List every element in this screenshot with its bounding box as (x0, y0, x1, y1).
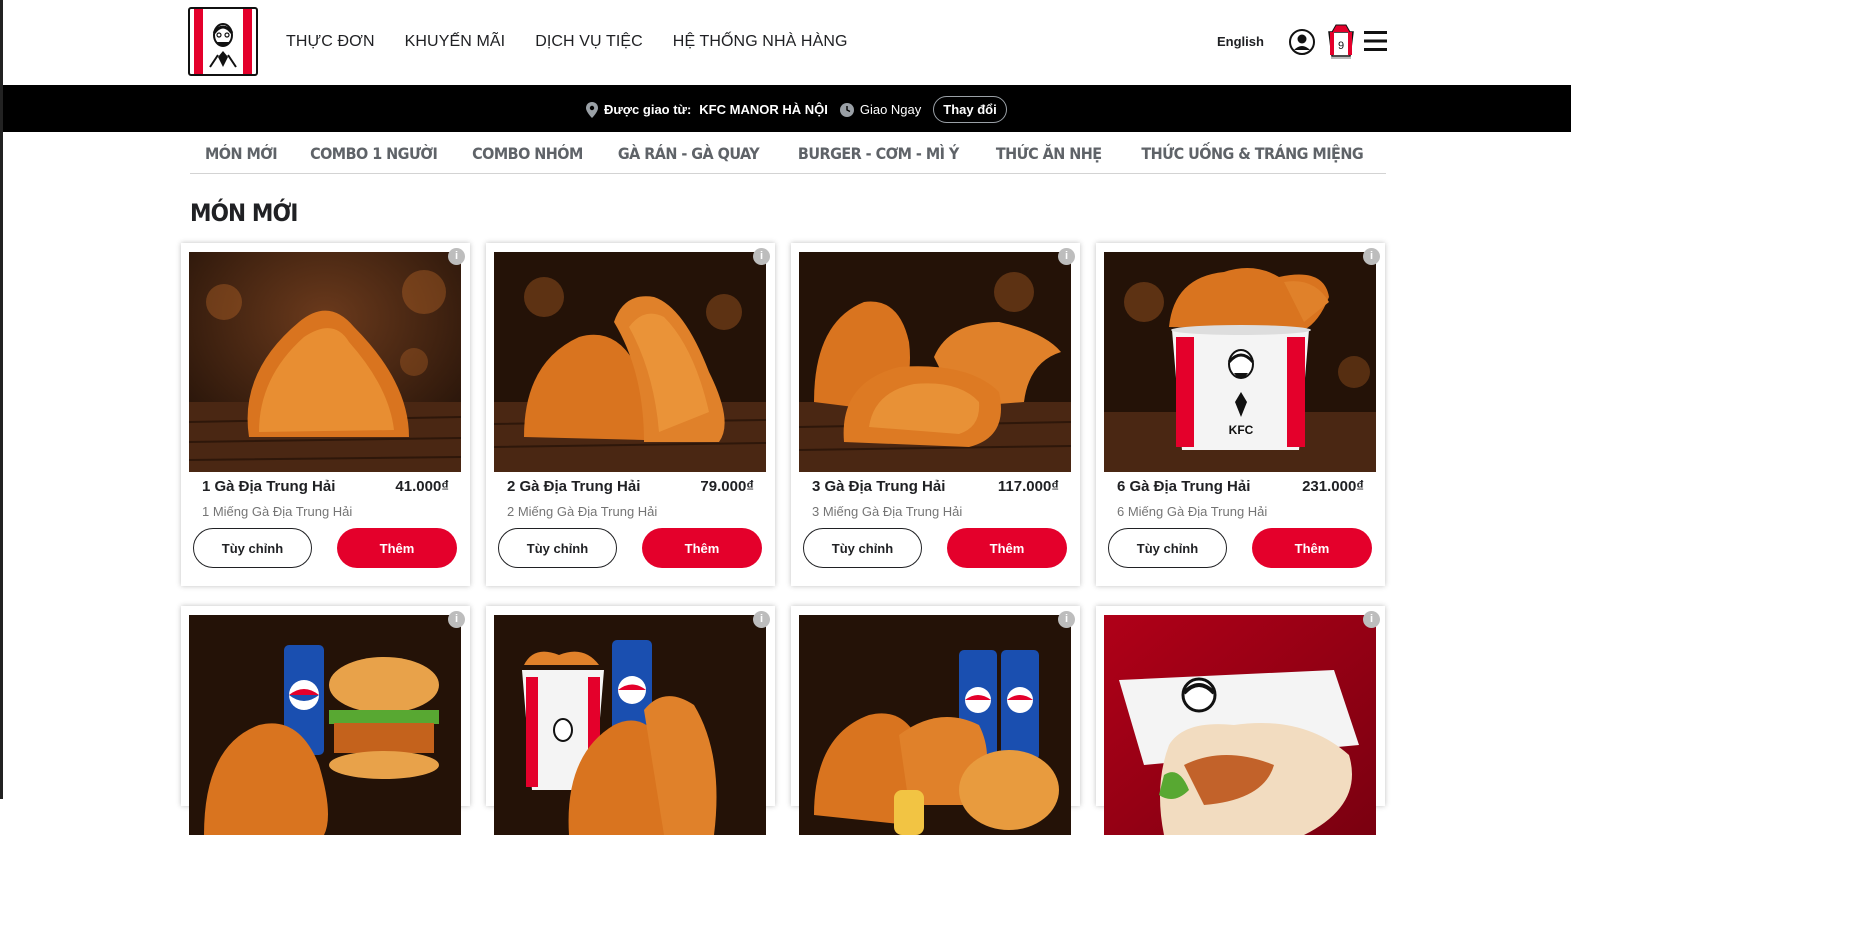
add-to-cart-button[interactable]: Thêm (642, 528, 762, 568)
info-icon[interactable]: i (1058, 611, 1075, 628)
nav-party-service[interactable]: DỊCH VỤ TIỆC (535, 33, 643, 51)
tab-combo-group[interactable]: COMBO NHÓM (472, 144, 583, 163)
tab-drinks-desserts[interactable]: THỨC UỐNG & TRÁNG MIỆNG (1141, 144, 1363, 163)
language-switch[interactable]: English (1217, 34, 1264, 49)
main-nav: THỰC ĐƠN KHUYẾN MÃI DỊCH VỤ TIỆC HỆ THỐN… (286, 33, 848, 51)
add-to-cart-button[interactable]: Thêm (947, 528, 1067, 568)
product-name: 2 Gà Địa Trung Hải (507, 478, 641, 495)
customize-button[interactable]: Tùy chỉnh (498, 528, 617, 568)
cart-count: 9 (1338, 40, 1344, 52)
delivery-store: KFC MANOR HÀ NỘI (699, 102, 828, 117)
product-name: 6 Gà Địa Trung Hải (1117, 478, 1251, 495)
location-pin-icon (586, 101, 598, 118)
product-card[interactable]: i (181, 606, 470, 835)
user-account-icon[interactable] (1289, 29, 1315, 55)
delivery-label: Được giao từ: (604, 102, 692, 117)
product-name: 3 Gà Địa Trung Hải (812, 478, 946, 495)
product-image[interactable] (1104, 615, 1376, 835)
product-image[interactable] (494, 615, 766, 835)
site-header: THỰC ĐƠN KHUYẾN MÃI DỊCH VỤ TIỆC HỆ THỐN… (3, 0, 1571, 85)
cart-bucket-icon[interactable]: 9 (1327, 24, 1355, 60)
info-icon[interactable]: i (448, 248, 465, 265)
hamburger-menu-icon[interactable] (1364, 31, 1387, 51)
info-icon[interactable]: i (448, 611, 465, 628)
product-image[interactable] (189, 615, 461, 835)
product-card[interactable]: i 1 Gà Địa Trung Hải 41.000₫ 1 Miếng Gà … (181, 243, 470, 586)
product-image[interactable]: KFC (1104, 252, 1376, 472)
delivery-bar: Được giao từ: KFC MANOR HÀ NỘI Giao Ngay… (3, 85, 1571, 132)
bucket-brand-text: KFC (1229, 423, 1254, 437)
change-store-button[interactable]: Thay đổi (933, 96, 1007, 123)
product-description: 3 Miếng Gà Địa Trung Hải (812, 504, 963, 519)
product-image[interactable] (799, 615, 1071, 835)
product-description: 2 Miếng Gà Địa Trung Hải (507, 504, 658, 519)
product-card[interactable]: i 2 Gà Địa Trung Hải 79.000₫ 2 Miếng Gà … (486, 243, 775, 586)
info-icon[interactable]: i (1363, 248, 1380, 265)
info-icon[interactable]: i (1058, 248, 1075, 265)
product-card[interactable]: i 3 Gà Địa Trung Hải 117.000₫ 3 Miếng Gà… (791, 243, 1080, 586)
product-name: 1 Gà Địa Trung Hải (202, 478, 336, 495)
nav-restaurants[interactable]: HỆ THỐNG NHÀ HÀNG (673, 33, 848, 51)
product-card[interactable]: i (791, 606, 1080, 835)
info-icon[interactable]: i (753, 248, 770, 265)
section-title: MÓN MỚI (190, 199, 298, 227)
clock-icon (839, 102, 854, 117)
tab-new-items[interactable]: MÓN MỚI (205, 144, 278, 163)
product-description: 6 Miếng Gà Địa Trung Hải (1117, 504, 1268, 519)
tab-burger-rice-pasta[interactable]: BURGER - CƠM - MÌ Ý (798, 144, 959, 163)
product-image[interactable] (799, 252, 1071, 472)
tab-snacks[interactable]: THỨC ĂN NHẸ (995, 144, 1101, 163)
product-image[interactable] (494, 252, 766, 472)
nav-promotions[interactable]: KHUYẾN MÃI (405, 33, 506, 51)
product-card[interactable]: KFC i 6 Gà Địa Trung Hải 231.000₫ 6 Miến… (1096, 243, 1385, 586)
add-to-cart-button[interactable]: Thêm (1252, 528, 1372, 568)
page: THỰC ĐƠN KHUYẾN MÃI DỊCH VỤ TIỆC HỆ THỐN… (0, 0, 1571, 835)
product-description: 1 Miếng Gà Địa Trung Hải (202, 504, 353, 519)
kfc-logo[interactable] (188, 7, 258, 76)
product-card[interactable]: i (486, 606, 775, 835)
category-tabs: MÓN MỚI COMBO 1 NGƯỜI COMBO NHÓM GÀ RÁN … (190, 133, 1386, 174)
info-icon[interactable]: i (753, 611, 770, 628)
product-card[interactable]: i (1096, 606, 1385, 835)
tab-combo-single[interactable]: COMBO 1 NGƯỜI (310, 144, 438, 163)
nav-menu[interactable]: THỰC ĐƠN (286, 33, 375, 51)
product-price: 79.000₫ (700, 478, 754, 495)
customize-button[interactable]: Tùy chỉnh (803, 528, 922, 568)
customize-button[interactable]: Tùy chỉnh (193, 528, 312, 568)
tab-fried-roast-chicken[interactable]: GÀ RÁN - GÀ QUAY (618, 144, 760, 163)
customize-button[interactable]: Tùy chỉnh (1108, 528, 1227, 568)
product-price: 41.000₫ (395, 478, 449, 495)
info-icon[interactable]: i (1363, 611, 1380, 628)
product-price: 231.000₫ (1302, 478, 1364, 495)
delivery-time: Giao Ngay (859, 102, 922, 117)
product-price: 117.000₫ (997, 478, 1059, 495)
add-to-cart-button[interactable]: Thêm (337, 528, 457, 568)
product-image[interactable] (189, 252, 461, 472)
